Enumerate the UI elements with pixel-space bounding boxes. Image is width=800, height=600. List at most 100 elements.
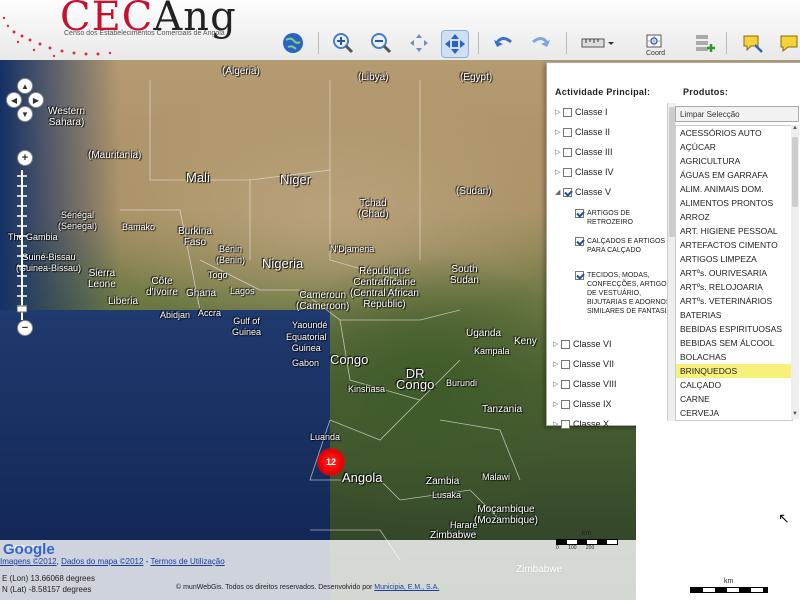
subclass-checkbox[interactable] xyxy=(575,271,584,280)
map-place-label: Gulf of Guinea xyxy=(232,316,262,337)
pan-down-button[interactable]: ▼ xyxy=(17,106,33,122)
activity-class-item[interactable]: ▷ Classe IV xyxy=(555,167,614,177)
product-item[interactable]: ARTºs. OURIVESARIA xyxy=(676,266,792,280)
redo-button[interactable] xyxy=(528,30,554,56)
product-item[interactable]: ARROZ xyxy=(676,210,792,224)
product-item[interactable]: CARNE xyxy=(676,392,792,406)
activity-class-item[interactable]: ▷ Classe VII xyxy=(553,359,614,369)
activity-class-item[interactable]: ▷ Classe VIII xyxy=(553,379,617,389)
activity-class-item[interactable]: ▷ Classe II xyxy=(555,127,610,137)
product-item[interactable]: AGRICULTURA xyxy=(676,154,792,168)
map-place-label: Accra xyxy=(198,308,222,318)
zoom-out-slider-button[interactable]: − xyxy=(17,320,33,336)
scroll-down-icon[interactable]: ▼ xyxy=(791,411,799,419)
map-place-label: The Gambia xyxy=(8,232,58,242)
product-item[interactable]: CALÇADO xyxy=(676,378,792,392)
collapsed-arrow-icon[interactable]: ▷ xyxy=(555,108,563,116)
product-item[interactable]: ÁGUAS EM GARRAFA xyxy=(676,168,792,182)
class-label: Classe VIII xyxy=(573,379,617,389)
zoom-extent-button[interactable] xyxy=(406,30,432,56)
product-item[interactable]: BATERIAS xyxy=(676,308,792,322)
map-place-label: South Sudan xyxy=(450,264,479,286)
product-item[interactable]: ARTºs. RELOJOARIA xyxy=(676,280,792,294)
class-checkbox[interactable] xyxy=(563,147,572,157)
scale-unit: km xyxy=(724,578,734,585)
map-place-label: Tchad (Chad) xyxy=(358,198,389,220)
collapsed-arrow-icon[interactable]: ▷ xyxy=(553,420,561,428)
zoom-slider[interactable] xyxy=(17,170,27,320)
pan-button[interactable] xyxy=(441,30,469,58)
pan-right-button[interactable]: ▶ xyxy=(28,92,44,108)
activity-class-item[interactable]: ▷ Classe X xyxy=(553,419,609,429)
clear-selection-button[interactable]: Limpar Selecção xyxy=(675,106,799,122)
product-item[interactable]: ALIMENTOS PRONTOS xyxy=(676,196,792,210)
globe-button[interactable] xyxy=(280,30,306,56)
map-data-link[interactable]: Dados do mapa ©2012 xyxy=(61,557,143,566)
map-place-label: Ghana xyxy=(186,288,217,299)
zoom-in-slider-button[interactable]: + xyxy=(17,150,33,166)
identify-button[interactable] xyxy=(740,30,766,56)
product-item[interactable]: ACESSÓRIOS AUTO xyxy=(676,126,792,140)
product-item[interactable]: ARTIGOS LIMPEZA xyxy=(676,252,792,266)
product-item[interactable]: AÇÚCAR xyxy=(676,140,792,154)
activity-class-item[interactable]: ▷ Classe VI xyxy=(553,339,612,349)
activity-class-item[interactable]: ◢ Classe V xyxy=(555,187,611,197)
collapsed-arrow-icon[interactable]: ▷ xyxy=(553,380,561,388)
class-checkbox[interactable] xyxy=(563,187,572,197)
imagery-link[interactable]: Imagens ©2012 xyxy=(0,557,57,566)
developer-link[interactable]: Municipia, E.M., S.A. xyxy=(374,584,439,591)
map-place-label: (Libya) xyxy=(358,72,389,83)
product-item[interactable]: BEBIDAS SEM ÁLCOOL xyxy=(676,336,792,350)
collapsed-arrow-icon[interactable]: ▷ xyxy=(553,340,561,348)
class-checkbox[interactable] xyxy=(561,419,570,429)
pan-left-button[interactable]: ◀ xyxy=(6,92,22,108)
scrollbar-thumb[interactable] xyxy=(792,137,798,207)
collapsed-arrow-icon[interactable]: ▷ xyxy=(553,400,561,408)
activity-class-item[interactable]: ▷ Classe III xyxy=(555,147,613,157)
collapsed-arrow-icon[interactable]: ▷ xyxy=(555,128,563,136)
product-item[interactable]: ALIM. ANIMAIS DOM. xyxy=(676,182,792,196)
map-place-label: Lusaka xyxy=(432,490,462,500)
pan-icon xyxy=(445,34,465,54)
product-item[interactable]: BOLACHAS xyxy=(676,350,792,364)
product-item[interactable]: CERVEJA xyxy=(676,406,792,420)
map-place-label: Yaoundé xyxy=(292,320,328,330)
class-checkbox[interactable] xyxy=(563,127,572,137)
collapsed-arrow-icon[interactable]: ▷ xyxy=(553,360,561,368)
undo-button[interactable] xyxy=(490,30,516,56)
subclass-checkbox[interactable] xyxy=(575,237,584,246)
product-item[interactable]: BRINQUEDOS xyxy=(676,364,792,378)
subclass-checkbox[interactable] xyxy=(575,209,584,218)
activity-class-item[interactable]: ▷ Classe IX xyxy=(553,399,612,409)
product-item[interactable]: ART. HIGIENE PESSOAL xyxy=(676,224,792,238)
map-place-label: Gabon xyxy=(292,358,320,368)
cluster-marker[interactable]: 12 xyxy=(317,448,345,476)
collapsed-arrow-icon[interactable]: ▷ xyxy=(555,148,563,156)
activity-class-item[interactable]: ▷ Classe I xyxy=(555,107,608,117)
class-checkbox[interactable] xyxy=(561,359,570,369)
add-layer-button[interactable] xyxy=(692,30,718,56)
zoom-out-button[interactable] xyxy=(368,30,394,56)
class-checkbox[interactable] xyxy=(561,379,570,389)
class-checkbox[interactable] xyxy=(563,107,572,117)
map-place-label: Moçambique (Mozambique) xyxy=(474,504,538,526)
class-label: Classe IX xyxy=(573,399,612,409)
class-checkbox[interactable] xyxy=(563,167,572,177)
measure-button[interactable] xyxy=(580,30,616,56)
products-scrollbar[interactable]: ▲ ▼ xyxy=(791,125,799,419)
class-checkbox[interactable] xyxy=(561,339,570,349)
collapsed-arrow-icon[interactable]: ▷ xyxy=(555,168,563,176)
products-list[interactable]: ACESSÓRIOS AUTO AÇÚCAR AGRICULTURA ÁGUAS EM… xyxy=(675,125,793,421)
product-item[interactable]: ARTEFACTOS CIMENTO xyxy=(676,238,792,252)
subclass-label: Tecidos, Modas, Confecções, Artigos de V… xyxy=(587,272,672,315)
expanded-arrow-icon[interactable]: ◢ xyxy=(555,188,563,196)
class-checkbox[interactable] xyxy=(561,399,570,409)
product-item[interactable]: BEBIDAS ESPIRITUOSAS xyxy=(676,322,792,336)
pan-up-button[interactable]: ▲ xyxy=(17,78,33,94)
product-item[interactable]: ARTºs. VETERINÁRIOS xyxy=(676,294,792,308)
terms-link[interactable]: Termos de Utilização xyxy=(150,557,224,566)
zoom-in-button[interactable] xyxy=(330,30,356,56)
scroll-up-icon[interactable]: ▲ xyxy=(791,125,799,133)
longitude-readout: E (Lon) 13.66068 degrees xyxy=(2,574,95,583)
help-button[interactable] xyxy=(776,30,800,56)
